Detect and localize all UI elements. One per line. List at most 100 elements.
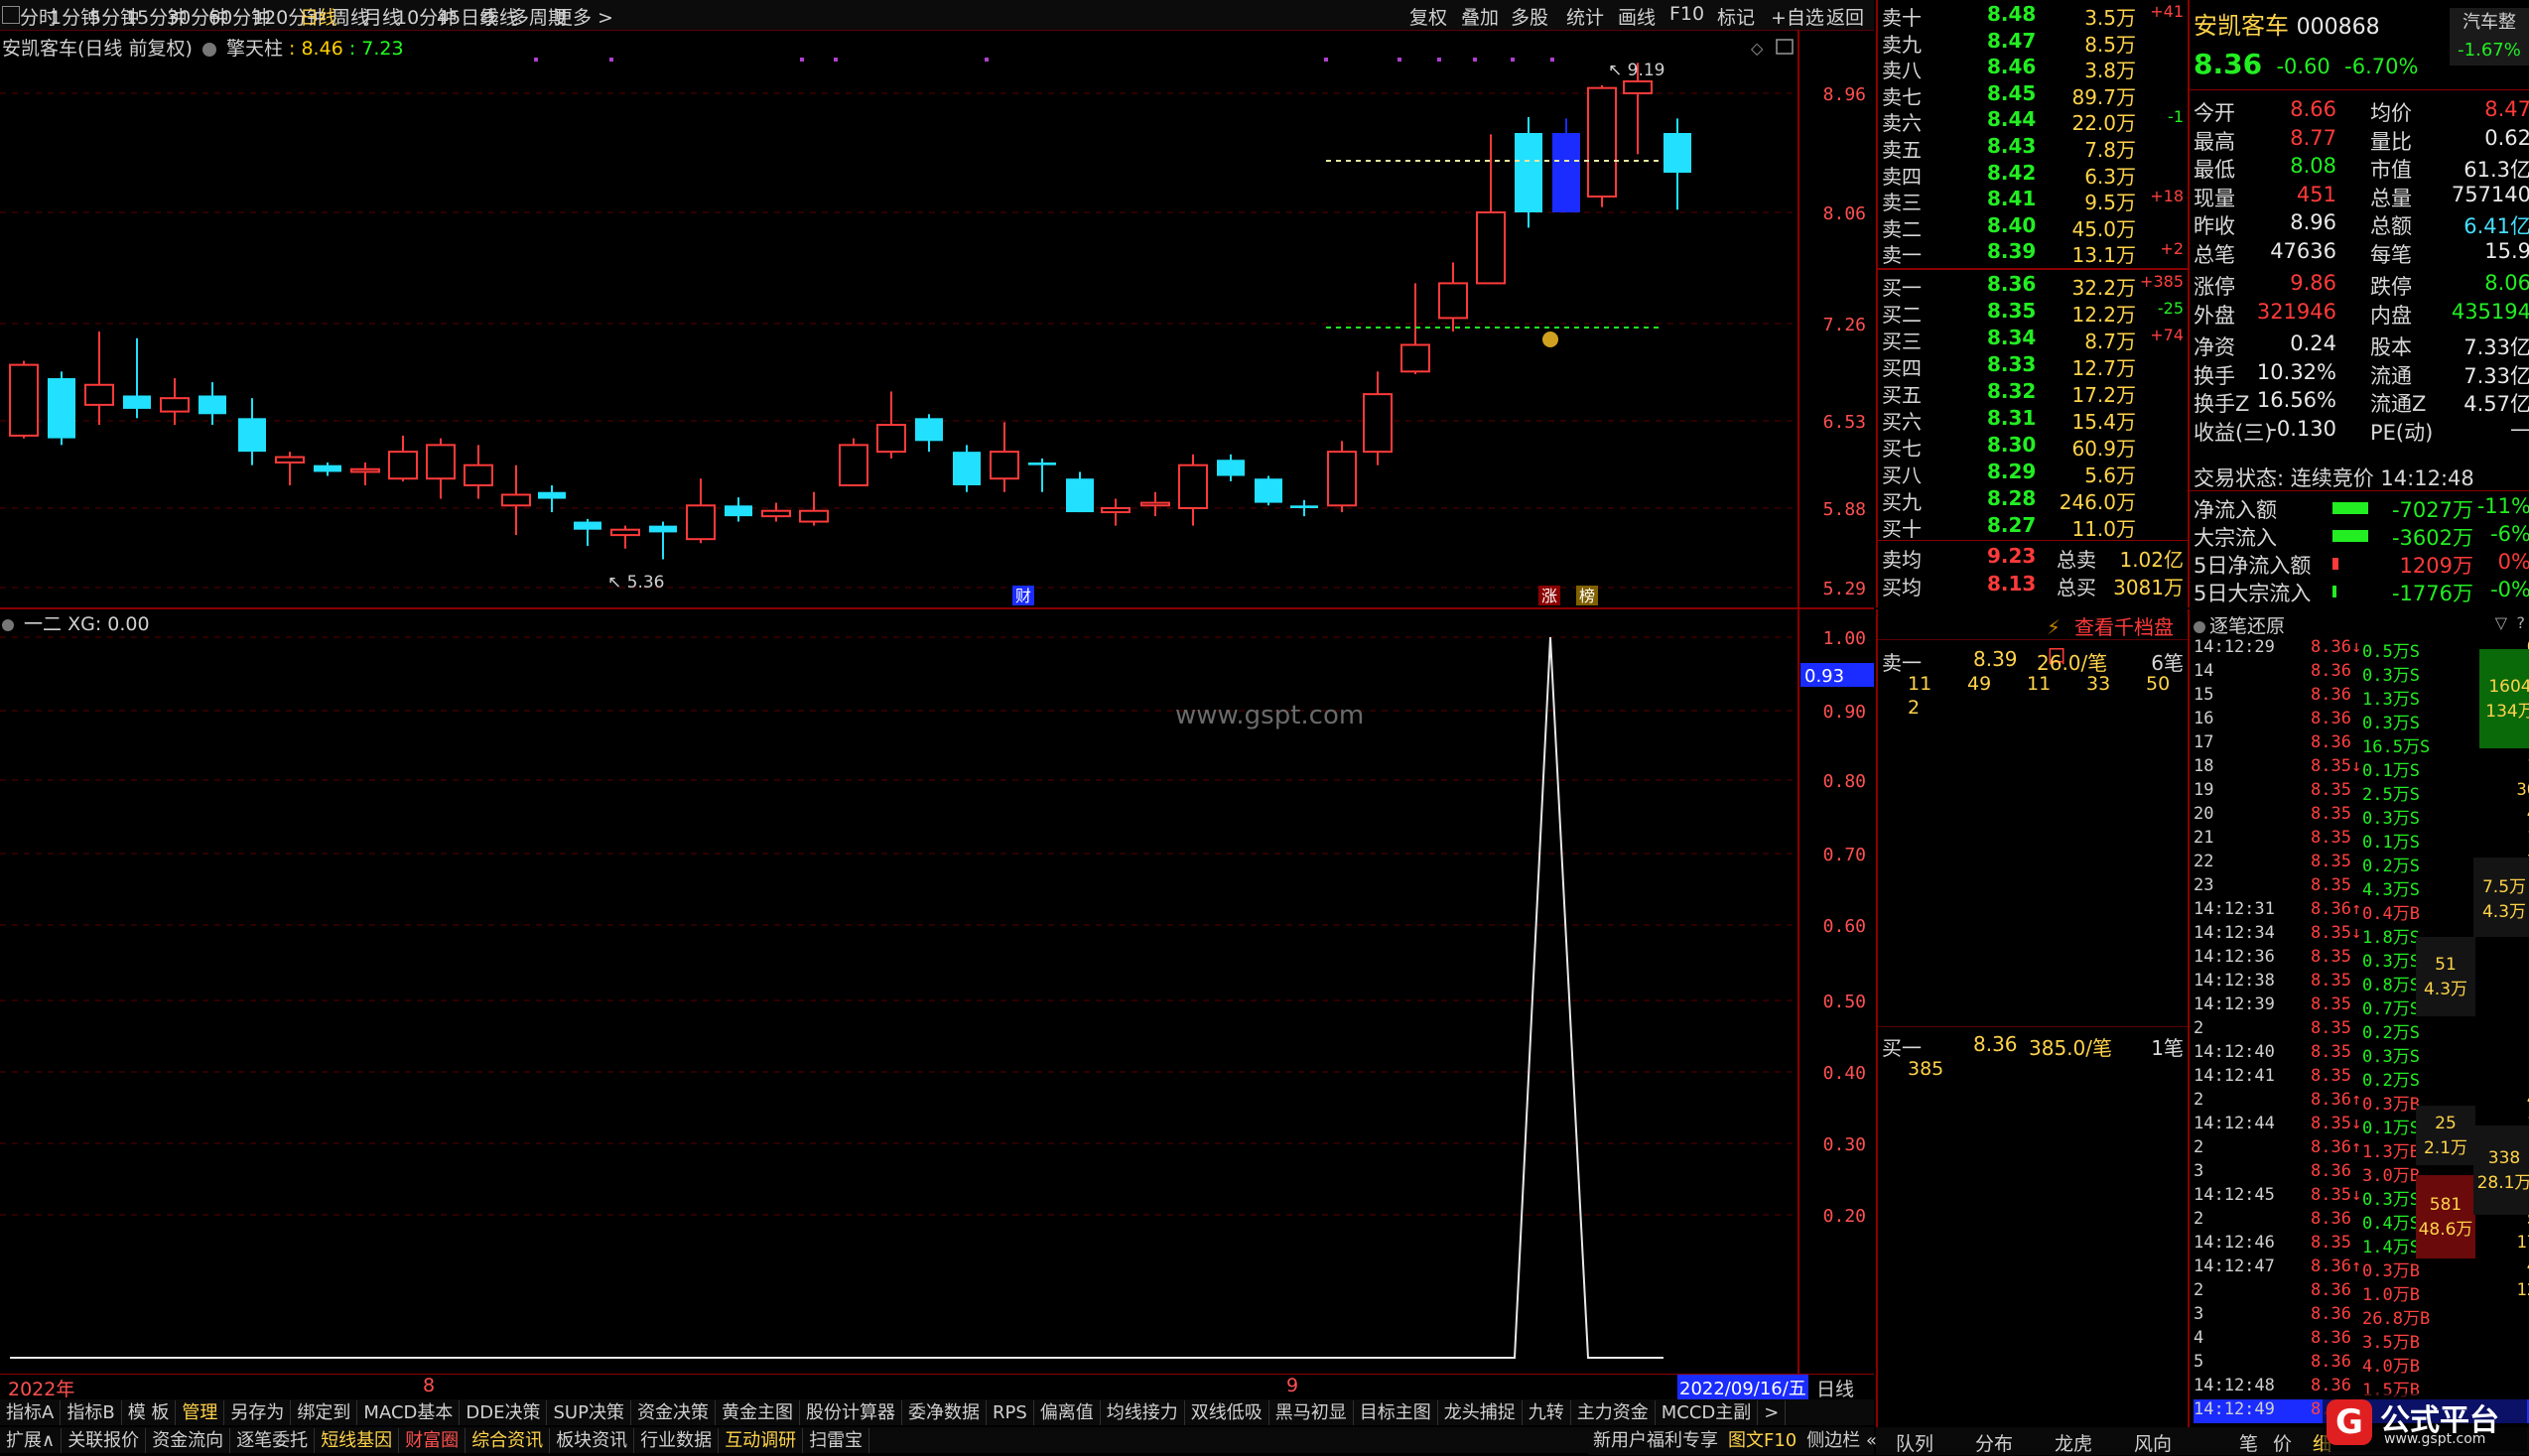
level-label: 买六 — [1882, 410, 1922, 434]
detail-tab[interactable]: 队列 — [1896, 1429, 1933, 1456]
price-chart[interactable]: 8.96 8.06 7.26 6.53 5.88 5.29 ↖ 9.19 ↖ 5.36 财 涨 榜 ◇… — [0, 0, 1874, 1429]
tick-row: 178.3616.5万S197 — [2194, 732, 2529, 757]
indicator-tab[interactable]: 资金决策 — [631, 1400, 716, 1425]
level-price: 8.27 — [1987, 513, 2037, 537]
info-tab-right[interactable]: 新用户福利专享 — [1588, 1427, 1723, 1455]
indicator-tab[interactable]: 主力资金 — [1571, 1400, 1656, 1425]
ask-level[interactable]: 卖四 8.42 6.3万 — [1882, 161, 2186, 189]
indicator-tab[interactable]: MACD基本 — [357, 1400, 461, 1425]
ask-level[interactable]: 卖九 8.47 8.5万 — [1882, 29, 2186, 57]
indicator-tab[interactable]: RPS — [987, 1400, 1034, 1425]
info-tab[interactable]: 互动调研 — [719, 1428, 804, 1453]
quote-stat-row: 最低 8.08 市值 61.3亿 — [2194, 154, 2529, 182]
detail-tab[interactable]: 分布 — [1975, 1429, 2013, 1456]
info-tab[interactable]: 板块资讯 — [550, 1428, 635, 1453]
indicator-tab[interactable]: 均线接力 — [1101, 1400, 1185, 1425]
bid-level[interactable]: 买六 8.31 15.4万 — [1882, 406, 2186, 434]
indicator-tab[interactable]: DDE决策 — [460, 1400, 548, 1425]
ask-level[interactable]: 卖五 8.43 7.8万 — [1882, 134, 2186, 162]
indicator-tab[interactable]: SUP决策 — [547, 1400, 631, 1425]
level-label: 买三 — [1882, 330, 1922, 353]
candle-body-down — [1664, 133, 1691, 173]
info-tab[interactable]: 扩展∧ — [0, 1428, 63, 1453]
indicator-tab[interactable]: 指标A — [0, 1400, 62, 1425]
ask-level[interactable]: 卖六 8.44 22.0万 -1 — [1882, 107, 2186, 135]
candle-body-up — [1476, 211, 1506, 285]
filter-icon[interactable]: ▽ — [2495, 613, 2507, 632]
indicator-tab[interactable]: MCCD主副 — [1656, 1400, 1759, 1425]
bid-level[interactable]: 买五 8.32 17.2万 — [1882, 379, 2186, 407]
indicator-tab[interactable]: 双线低吸 — [1185, 1400, 1269, 1425]
collapse-icon[interactable] — [2194, 620, 2205, 633]
bid-level[interactable]: 买九 8.28 246.0万 — [1882, 486, 2186, 514]
bid-level[interactable]: 买三 8.34 8.7万 +74 — [1882, 326, 2186, 353]
level-change: +385 — [2140, 272, 2184, 291]
candle-body-up — [350, 467, 380, 473]
indicator-tab[interactable]: 九转 — [1523, 1400, 1571, 1425]
candle-body-up — [84, 383, 114, 406]
ask-level[interactable]: 卖一 8.39 13.1万 +2 — [1882, 239, 2186, 267]
candle-body-down — [123, 395, 151, 409]
info-tab[interactable]: 逐笔委托 — [230, 1428, 316, 1453]
queue-buy1: 买一 8.36 385.0/笔 1笔 — [1882, 1032, 2184, 1060]
price-tick-label: 8.06 — [1823, 203, 1866, 224]
info-tab[interactable]: 关联报价 — [62, 1428, 147, 1453]
detail-tab[interactable]: 笔 — [2239, 1429, 2258, 1456]
ask-level[interactable]: 卖三 8.41 9.5万 +18 — [1882, 187, 2186, 214]
indicator-tab[interactable]: 委净数据 — [902, 1400, 987, 1425]
bid-level[interactable]: 买二 8.35 12.2万 -25 — [1882, 299, 2186, 327]
ask-level[interactable]: 卖七 8.45 89.7万 — [1882, 81, 2186, 109]
collapse-icon[interactable] — [2, 618, 14, 631]
indicator-tab[interactable]: > — [1758, 1400, 1787, 1425]
ask-level[interactable]: 卖十 8.48 3.5万 +41 — [1882, 2, 2186, 30]
info-tab-right[interactable]: 侧边栏 « — [1801, 1427, 1882, 1455]
bid-level[interactable]: 买八 8.29 5.6万 — [1882, 460, 2186, 487]
info-tab[interactable]: 短线基因 — [315, 1428, 400, 1453]
indicator-tab[interactable]: 另存为 — [224, 1400, 292, 1425]
bid-level[interactable]: 买七 8.30 60.9万 — [1882, 433, 2186, 461]
ask-level[interactable]: 卖八 8.46 3.8万 — [1882, 55, 2186, 82]
bid-level[interactable]: 买一 8.36 32.2万 +385 — [1882, 272, 2186, 300]
info-tab[interactable]: 资金流向 — [146, 1428, 231, 1453]
info-tab[interactable]: 行业数据 — [634, 1428, 720, 1453]
indicator-tab[interactable]: 偏离值 — [1034, 1400, 1101, 1425]
indicator-tab[interactable]: 黑马初显 — [1269, 1400, 1354, 1425]
price-change: -0.60 — [2276, 55, 2330, 78]
indicator-tab[interactable]: 指标B — [61, 1400, 122, 1425]
tick-row: 14:12:38 8.35 0.8万S — [2194, 971, 2420, 995]
indicator-tick-label: 0.80 — [1823, 771, 1866, 792]
indicator-tab[interactable]: 绑定到 — [291, 1400, 358, 1425]
brand-logo: G 公式平台 www.gspt.com — [2323, 1393, 2527, 1451]
info-tab[interactable]: 扫雷宝 — [803, 1428, 870, 1453]
candle-body-up — [1400, 343, 1430, 373]
signal-dot — [1550, 58, 1554, 62]
sector-box[interactable]: 汽车整 -1.67% — [2450, 8, 2529, 66]
tick-row: 238.354.3万S51 — [2194, 875, 2529, 900]
info-tab[interactable]: 财富圈 — [399, 1428, 466, 1453]
help-icon[interactable]: ? — [2517, 613, 2526, 632]
indicator-tab[interactable]: 管理 — [176, 1400, 225, 1425]
detail-tab[interactable]: 价 — [2273, 1429, 2292, 1456]
info-tab[interactable]: 综合资讯 — [466, 1428, 551, 1453]
level-volume: 8.5万 — [2084, 32, 2136, 57]
bid-level[interactable]: 买十 8.27 11.0万 — [1882, 513, 2186, 541]
indicator-title-text: 一二 XG: 0.00 — [24, 613, 150, 635]
indicator-tab[interactable]: 黄金主图 — [716, 1400, 800, 1425]
ask-level[interactable]: 卖二 8.40 45.0万 — [1882, 213, 2186, 241]
signal-dot — [800, 58, 804, 62]
tick-row: 14:12:478.36↑0.3万B4 — [2194, 1257, 2529, 1281]
indicator-tab[interactable]: 股份计算器 — [800, 1400, 902, 1425]
indicator-tab[interactable]: 龙头捕捉 — [1438, 1400, 1523, 1425]
level-price: 8.39 — [1987, 239, 2037, 264]
info-tab-right[interactable]: 图文F10 — [1723, 1427, 1801, 1455]
detail-tab[interactable]: 风向 — [2134, 1429, 2172, 1456]
level-label: 买一 — [1882, 276, 1922, 300]
indicator-tab[interactable]: 模 板 — [122, 1400, 177, 1425]
price-tick-label: 5.29 — [1823, 579, 1866, 599]
detail-tab[interactable]: 龙虎 — [2055, 1429, 2092, 1456]
indicator-tab[interactable]: 目标主图 — [1354, 1400, 1438, 1425]
tick-row: 218.350.1万S1 — [2194, 828, 2529, 853]
candle-body-up — [426, 444, 456, 480]
bid-level[interactable]: 买四 8.33 12.7万 — [1882, 352, 2186, 380]
cursor-date: 2022/09/16/五 — [1677, 1375, 1808, 1400]
